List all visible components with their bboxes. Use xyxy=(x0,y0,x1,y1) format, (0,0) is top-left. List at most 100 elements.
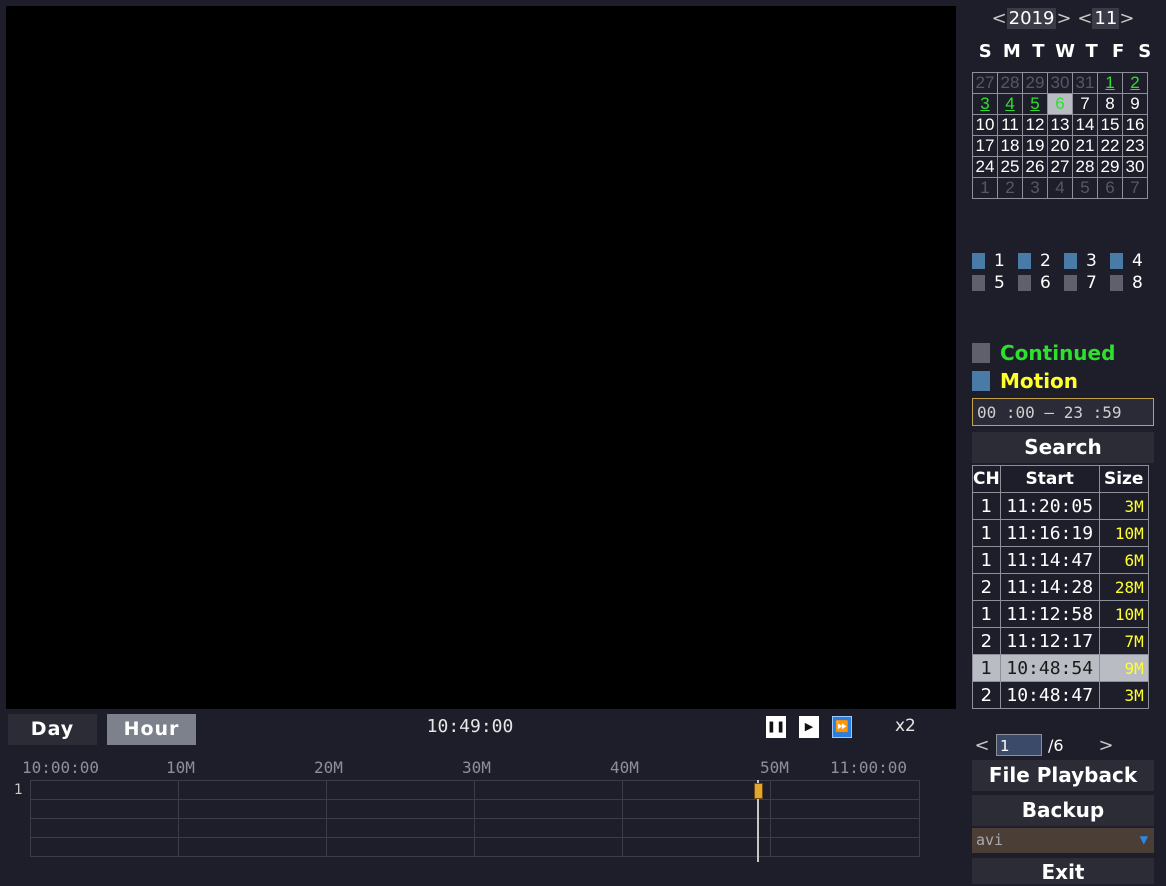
channel-checkbox-3[interactable]: 3 xyxy=(1064,250,1110,272)
calendar-day[interactable]: 5 xyxy=(1072,177,1098,199)
video-display[interactable] xyxy=(6,6,956,709)
calendar-day[interactable]: 3 xyxy=(972,93,998,115)
search-button[interactable]: Search xyxy=(972,432,1154,463)
weekday-header: S M T W T F S xyxy=(972,41,1158,62)
calendar-day[interactable]: 17 xyxy=(972,135,998,157)
format-select[interactable]: avi ▼ xyxy=(972,828,1154,853)
fast-forward-button[interactable]: ⏩ xyxy=(832,716,852,738)
motion-checkbox[interactable] xyxy=(972,371,990,391)
calendar-day[interactable]: 19 xyxy=(1022,135,1048,157)
channel-checkbox-4[interactable]: 4 xyxy=(1110,250,1156,272)
exit-button[interactable]: Exit xyxy=(972,858,1154,884)
calendar-day[interactable]: 7 xyxy=(1122,177,1148,199)
timeline-label: 20M xyxy=(314,758,343,777)
table-cell: 1 xyxy=(972,654,1001,682)
calendar-day[interactable]: 22 xyxy=(1097,135,1123,157)
weekday-label: W xyxy=(1055,41,1075,62)
calendar-day[interactable]: 12 xyxy=(1022,114,1048,136)
calendar-day[interactable]: 16 xyxy=(1122,114,1148,136)
calendar-day[interactable]: 6 xyxy=(1097,177,1123,199)
backup-button[interactable]: Backup xyxy=(972,795,1154,826)
calendar-day[interactable]: 2 xyxy=(1122,72,1148,94)
timeline-marker[interactable] xyxy=(754,783,763,799)
timeline-track[interactable] xyxy=(30,780,920,857)
table-cell: 6M xyxy=(1098,546,1149,574)
calendar-day[interactable]: 5 xyxy=(1022,93,1048,115)
calendar-day[interactable]: 27 xyxy=(972,72,998,94)
table-cell: 2 xyxy=(972,573,1001,601)
calendar-day-selected[interactable]: 6 xyxy=(1047,93,1073,115)
channel-checkbox-7[interactable]: 7 xyxy=(1064,272,1110,294)
calendar-day[interactable]: 10 xyxy=(972,114,998,136)
calendar-day[interactable]: 14 xyxy=(1072,114,1098,136)
calendar-day[interactable]: 28 xyxy=(1072,156,1098,178)
calendar-day[interactable]: 27 xyxy=(1047,156,1073,178)
calendar-day[interactable]: 11 xyxy=(997,114,1023,136)
time-range-input[interactable]: 00 :00 – 23 :59 xyxy=(972,398,1154,426)
calendar-day[interactable]: 2 xyxy=(997,177,1023,199)
calendar-grid: 27 28 29 30 31 1 2 3 4 5 6 7 8 9 10 11 1… xyxy=(972,72,1148,199)
table-row[interactable]: 1 11:14:47 6M xyxy=(972,546,1149,574)
table-row[interactable]: 1 11:16:19 10M xyxy=(972,519,1149,547)
calendar-day[interactable]: 21 xyxy=(1072,135,1098,157)
table-row[interactable]: 2 11:12:17 7M xyxy=(972,627,1149,655)
page-input[interactable]: 1 xyxy=(996,734,1042,756)
calendar-day[interactable]: 29 xyxy=(1097,156,1123,178)
channel-checkbox-5[interactable]: 5 xyxy=(972,272,1018,294)
channel-checkbox-2[interactable]: 2 xyxy=(1018,250,1064,272)
channel-checkbox-1[interactable]: 1 xyxy=(972,250,1018,272)
play-button[interactable]: ▶ xyxy=(799,716,819,738)
hour-button[interactable]: Hour xyxy=(107,714,196,745)
month-next-button[interactable]: > xyxy=(1119,8,1134,29)
table-row[interactable]: 2 10:48:47 3M xyxy=(972,681,1149,709)
motion-filter[interactable]: Motion xyxy=(972,369,1078,393)
table-cell: 2 xyxy=(972,627,1001,655)
continued-filter[interactable]: Continued xyxy=(972,341,1115,365)
calendar-day[interactable]: 7 xyxy=(1072,93,1098,115)
day-button[interactable]: Day xyxy=(8,714,97,745)
calendar-day[interactable]: 4 xyxy=(1047,177,1073,199)
calendar-day[interactable]: 24 xyxy=(972,156,998,178)
speed-indicator: x2 xyxy=(895,716,916,736)
table-row-selected[interactable]: 1 10:48:54 9M xyxy=(972,654,1149,682)
file-playback-button[interactable]: File Playback xyxy=(972,760,1154,791)
weekday-label: F xyxy=(1112,41,1125,62)
calendar-day[interactable]: 3 xyxy=(1022,177,1048,199)
pause-button[interactable]: ❚❚ xyxy=(766,716,786,738)
calendar-day[interactable]: 9 xyxy=(1122,93,1148,115)
calendar-day[interactable]: 18 xyxy=(997,135,1023,157)
calendar-day[interactable]: 20 xyxy=(1047,135,1073,157)
channel-checkbox-6[interactable]: 6 xyxy=(1018,272,1064,294)
timeline-channel-label: 1 xyxy=(14,782,23,798)
page-prev-button[interactable]: < xyxy=(972,735,992,756)
calendar-day[interactable]: 31 xyxy=(1072,72,1098,94)
table-row[interactable]: 1 11:20:05 3M xyxy=(972,492,1149,520)
calendar-day[interactable]: 23 xyxy=(1122,135,1148,157)
year-prev-button[interactable]: < xyxy=(992,8,1007,29)
table-row[interactable]: 1 11:12:58 10M xyxy=(972,600,1149,628)
table-cell: 9M xyxy=(1098,654,1149,682)
channel-label: 7 xyxy=(1086,273,1097,293)
calendar-day[interactable]: 26 xyxy=(1022,156,1048,178)
calendar-day[interactable]: 8 xyxy=(1097,93,1123,115)
channel-checkbox-8[interactable]: 8 xyxy=(1110,272,1156,294)
continued-checkbox[interactable] xyxy=(972,343,990,363)
month-prev-button[interactable]: < xyxy=(1077,8,1092,29)
table-cell: 11:14:28 xyxy=(999,573,1100,601)
table-row[interactable]: 2 11:14:28 28M xyxy=(972,573,1149,601)
calendar-day[interactable]: 29 xyxy=(1022,72,1048,94)
calendar-day[interactable]: 30 xyxy=(1047,72,1073,94)
motion-label: Motion xyxy=(1000,369,1079,393)
calendar-day[interactable]: 1 xyxy=(1097,72,1123,94)
calendar-day[interactable]: 25 xyxy=(997,156,1023,178)
calendar-day[interactable]: 28 xyxy=(997,72,1023,94)
calendar-day[interactable]: 4 xyxy=(997,93,1023,115)
page-next-button[interactable]: > xyxy=(1096,735,1116,756)
file-table: CH Start Size 1 11:20:05 3M 1 11:16:19 10M 1… xyxy=(972,465,1149,709)
weekday-label: S xyxy=(978,41,992,62)
calendar-day[interactable]: 13 xyxy=(1047,114,1073,136)
calendar-day[interactable]: 15 xyxy=(1097,114,1123,136)
year-next-button[interactable]: > xyxy=(1056,8,1071,29)
calendar-day[interactable]: 1 xyxy=(972,177,998,199)
calendar-day[interactable]: 30 xyxy=(1122,156,1148,178)
